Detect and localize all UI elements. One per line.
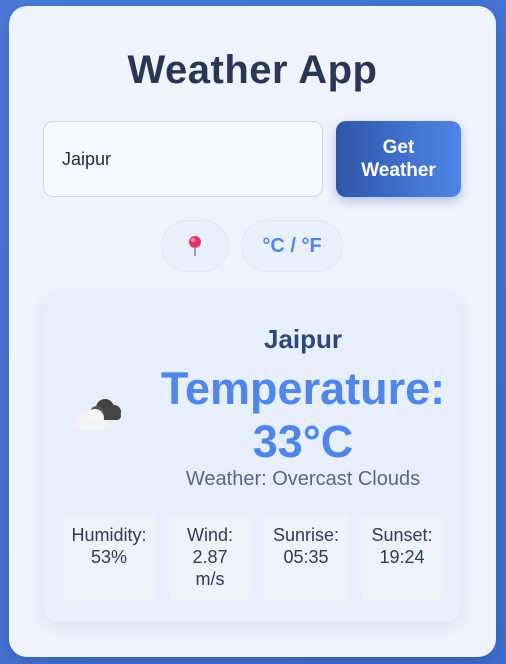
get-weather-button-label: Get Weather (361, 137, 436, 181)
wind-label: Wind: (186, 525, 233, 545)
sunrise-value: 05:35 (283, 547, 329, 567)
get-weather-button[interactable]: Get Weather (336, 121, 461, 197)
sunset-label: Sunset: (371, 525, 433, 545)
sunrise-label: Sunrise: (272, 525, 340, 545)
wind-box: Wind: 2.87 m/s (169, 514, 251, 602)
page-title: Weather App (127, 48, 378, 92)
current-location-button[interactable] (161, 220, 229, 272)
weather-result-card: Jaipur Temperature: 33°C Weather: Overca… (43, 294, 461, 622)
city-name: Jaipur (263, 324, 343, 354)
app-card: Weather App Get Weather °C / °F Jaipur T… (9, 6, 496, 657)
humidity-label: Humidity: (71, 525, 147, 545)
weather-description: Weather: Overcast Clouds (185, 468, 421, 490)
sunrise-box: Sunrise: 05:35 (263, 514, 349, 602)
unit-toggle-button[interactable]: °C / °F (241, 220, 343, 272)
temperature-label: Temperature: (160, 363, 446, 414)
temperature-readout: Temperature: 33°C (153, 362, 453, 468)
sunset-value: 19:24 (379, 547, 425, 567)
city-input[interactable] (43, 121, 323, 197)
sunset-box: Sunset: 19:24 (361, 514, 443, 602)
humidity-value: 53% (90, 547, 128, 567)
humidity-box: Humidity: 53% (62, 514, 156, 602)
temperature-value: 33°C (252, 416, 354, 467)
overcast-clouds-icon (75, 399, 121, 430)
wind-value: 2.87 m/s (192, 547, 228, 589)
pin-icon (189, 236, 201, 256)
